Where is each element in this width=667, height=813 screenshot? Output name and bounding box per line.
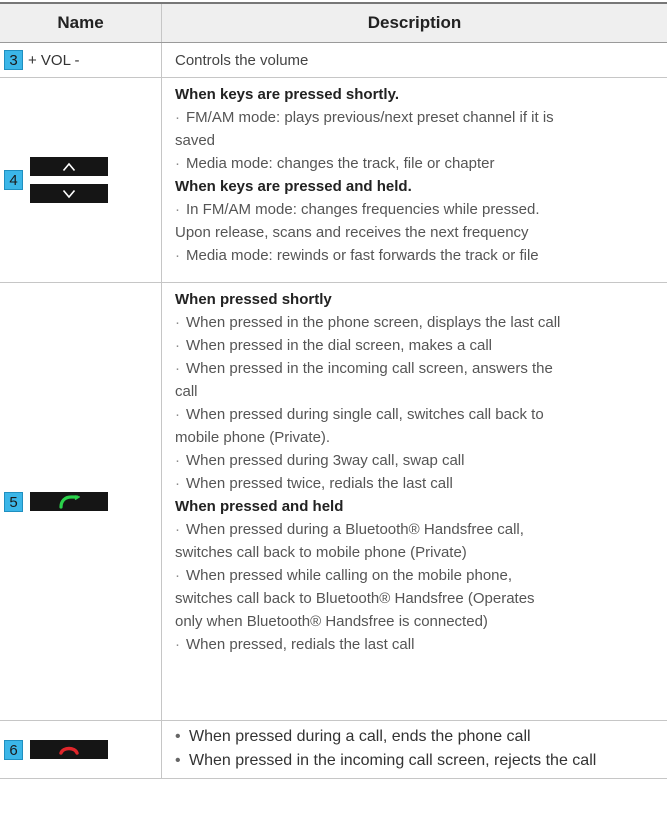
chevron-up-icon bbox=[62, 162, 76, 171]
continuation-line: switches call back to Bluetooth® Handsfr… bbox=[175, 590, 535, 607]
volume-key-label: + VOL - bbox=[28, 51, 80, 69]
header-name: Name bbox=[57, 13, 104, 32]
table-row: 4 When keys are pressed shortly. · FM/AM … bbox=[0, 78, 667, 283]
description-cell: Controls the volume bbox=[162, 43, 667, 77]
bullet-line: · When pressed while calling on the mobil… bbox=[175, 564, 667, 587]
bullet-text: When pressed while calling on the mobile… bbox=[186, 567, 513, 584]
header-name-cell: Name bbox=[0, 4, 162, 42]
number-badge: 3 bbox=[4, 50, 23, 70]
bullet-line: · FM/AM mode: plays previous/next preset … bbox=[175, 106, 667, 129]
call-answer-key bbox=[30, 492, 108, 511]
bullet-line: · When pressed, redials the last call bbox=[175, 633, 667, 656]
continuation-line: only when Bluetooth® Handsfree is connec… bbox=[175, 613, 488, 630]
number-badge: 4 bbox=[4, 170, 23, 190]
bullet-line: · In FM/AM mode: changes frequencies whil… bbox=[175, 198, 667, 221]
chevron-down-icon bbox=[62, 189, 76, 198]
name-cell: 5 bbox=[0, 283, 162, 720]
bullet-dot-icon: · bbox=[175, 475, 180, 492]
header-description-cell: Description bbox=[162, 4, 667, 42]
description-cell: When pressed shortly · When pressed in th… bbox=[162, 283, 667, 720]
bullet-dot-icon: · bbox=[175, 406, 180, 423]
continuation-line: saved bbox=[175, 132, 216, 149]
bullet-text: When pressed during a call, ends the pho… bbox=[189, 728, 531, 745]
table-row: 5 When pressed shortly · When pressed in … bbox=[0, 283, 667, 721]
name-cell: 6 bbox=[0, 721, 162, 778]
call-end-key bbox=[30, 740, 108, 759]
bullet-line: · When pressed in the incoming call scree… bbox=[175, 357, 667, 380]
call-answer-icon bbox=[59, 494, 80, 509]
seek-keys bbox=[30, 157, 108, 203]
continuation-line: Upon release, scans and receives the nex… bbox=[175, 224, 529, 241]
bullet-line: • When pressed during a call, ends the ph… bbox=[175, 725, 667, 749]
bullet-text: Media mode: changes the track, file or c… bbox=[186, 155, 495, 172]
bullet-text: When pressed during a Bluetooth® Handsfr… bbox=[186, 521, 524, 538]
header-description: Description bbox=[367, 13, 462, 32]
continuation-line: call bbox=[175, 383, 198, 400]
seek-down-key bbox=[30, 184, 108, 203]
bullet-dot-icon: · bbox=[175, 247, 180, 264]
description-cell: When keys are pressed shortly. · FM/AM mo… bbox=[162, 78, 667, 282]
bullet-text: When pressed during 3way call, swap call bbox=[186, 452, 465, 469]
bullet-line: · When pressed in the phone screen, displ… bbox=[175, 311, 667, 334]
bullet-text: When pressed twice, redials the last cal… bbox=[186, 475, 453, 492]
bullet-text: In FM/AM mode: changes frequencies while… bbox=[186, 201, 540, 218]
bullet-text: When pressed, redials the last call bbox=[186, 636, 415, 653]
bullet-line: · When pressed twice, redials the last ca… bbox=[175, 472, 667, 495]
bullet-text: When pressed during single call, switche… bbox=[186, 406, 544, 423]
bullet-dot-icon: · bbox=[175, 567, 180, 584]
continuation-line: switches call back to mobile phone (Priv… bbox=[175, 544, 467, 561]
bullet-dot-icon: · bbox=[175, 109, 180, 126]
bullet-dot-icon: · bbox=[175, 636, 180, 653]
bullet-line: • When pressed in the incoming call scree… bbox=[175, 749, 667, 773]
bullet-line: · When pressed during 3way call, swap cal… bbox=[175, 449, 667, 472]
bullet-text: When pressed in the phone screen, displa… bbox=[186, 314, 561, 331]
bullet-dot-icon: · bbox=[175, 337, 180, 354]
section-heading: When keys are pressed and held. bbox=[175, 178, 412, 195]
bullet-dot-icon: • bbox=[175, 728, 181, 745]
bullet-line: · When pressed during a Bluetooth® Handsf… bbox=[175, 518, 667, 541]
table-header: Name Description bbox=[0, 4, 667, 43]
bullet-line: · Media mode: changes the track, file or … bbox=[175, 152, 667, 175]
bullet-text: FM/AM mode: plays previous/next preset c… bbox=[186, 109, 554, 126]
bullet-line: · When pressed in the dial screen, makes … bbox=[175, 334, 667, 357]
number-badge: 6 bbox=[4, 739, 23, 760]
bullet-dot-icon: · bbox=[175, 452, 180, 469]
bullet-text: Media mode: rewinds or fast forwards the… bbox=[186, 247, 539, 264]
seek-up-key bbox=[30, 157, 108, 176]
bullet-dot-icon: • bbox=[175, 752, 181, 769]
bullet-dot-icon: · bbox=[175, 201, 180, 218]
name-cell: 3 + VOL - bbox=[0, 43, 162, 77]
controls-table: Name Description 3 + VOL - Controls the … bbox=[0, 2, 667, 779]
bullet-text: When pressed in the incoming call screen… bbox=[186, 360, 553, 377]
call-end-icon bbox=[59, 746, 79, 755]
bullet-text: When pressed in the dial screen, makes a… bbox=[186, 337, 492, 354]
bullet-dot-icon: · bbox=[175, 360, 180, 377]
bullet-dot-icon: · bbox=[175, 521, 180, 538]
table-row: 3 + VOL - Controls the volume bbox=[0, 43, 667, 78]
bullet-line: · When pressed during single call, switch… bbox=[175, 403, 667, 426]
section-heading: When keys are pressed shortly. bbox=[175, 86, 399, 103]
number-badge: 5 bbox=[4, 491, 23, 512]
bullet-dot-icon: · bbox=[175, 314, 180, 331]
section-heading: When pressed shortly bbox=[175, 291, 332, 308]
bullet-dot-icon: · bbox=[175, 155, 180, 172]
continuation-line: mobile phone (Private). bbox=[175, 429, 331, 446]
bullet-text: When pressed in the incoming call screen… bbox=[189, 752, 597, 769]
table-row: 6 • When pressed during a call, ends the … bbox=[0, 721, 667, 779]
description-text: Controls the volume bbox=[175, 51, 309, 69]
description-cell: • When pressed during a call, ends the ph… bbox=[162, 721, 667, 778]
name-cell: 4 bbox=[0, 78, 162, 282]
section-heading: When pressed and held bbox=[175, 498, 344, 515]
bullet-line: · Media mode: rewinds or fast forwards th… bbox=[175, 244, 667, 267]
